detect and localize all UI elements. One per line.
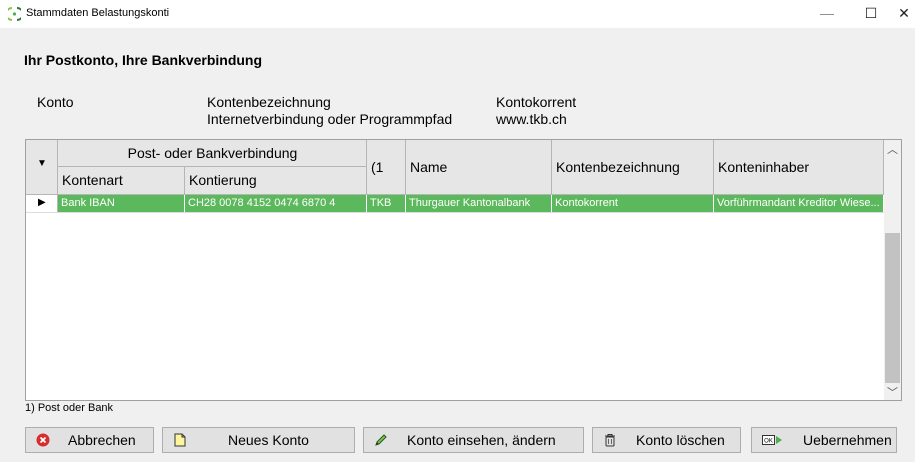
delete-account-button[interactable]: Konto löschen — [592, 427, 741, 453]
edit-account-button[interactable]: Konto einsehen, ändern — [363, 427, 584, 453]
row-selector[interactable]: ▶ — [26, 195, 58, 212]
cell-konteninhaber[interactable]: Vorführmandant Kreditor Wiese... — [714, 195, 884, 212]
kontenbezeichnung-label: Kontenbezeichnung — [207, 94, 331, 110]
internet-value: www.tkb.ch — [496, 111, 567, 127]
scrollbar-thumb[interactable] — [885, 233, 900, 383]
kontenbezeichnung-value: Kontokorrent — [496, 94, 577, 110]
app-logo-icon — [8, 7, 21, 21]
maximize-button[interactable]: ☐ — [849, 0, 893, 28]
minimize-button[interactable]: — — [805, 0, 849, 28]
svg-text:OK: OK — [764, 439, 773, 445]
page-title: Ihr Postkonto, Ihre Bankverbindung — [24, 52, 263, 68]
new-account-button[interactable]: Neues Konto — [162, 427, 355, 453]
cancel-icon — [36, 433, 50, 447]
title-bar: Stammdaten Belastungskonti — ☐ ✕ — [0, 0, 915, 28]
column-header-name[interactable]: Name — [406, 140, 552, 195]
scroll-down-icon[interactable]: ﹀ — [884, 384, 901, 400]
row-selector-header[interactable]: ▼ — [26, 140, 58, 195]
column-header-type[interactable]: (1 — [367, 140, 406, 195]
scroll-up-icon[interactable]: ︿ — [884, 141, 901, 157]
dialog-body: Ihr Postkonto, Ihre Bankverbindung Konto… — [0, 28, 915, 462]
table-row[interactable]: ▶ Bank IBAN CH28 0078 4152 0474 6870 4 T… — [26, 195, 884, 212]
accounts-grid[interactable]: ▼ Post- oder Bankverbindung Kontenart Ko… — [25, 139, 902, 401]
group-header: Post- oder Bankverbindung — [58, 140, 367, 167]
sort-down-icon: ▼ — [37, 158, 47, 169]
vertical-scrollbar[interactable]: ︿ ﹀ — [884, 140, 901, 400]
row-divider — [26, 212, 884, 213]
close-button[interactable]: ✕ — [893, 0, 915, 28]
column-header-kontierung[interactable]: Kontierung — [185, 167, 367, 195]
cell-kontenart[interactable]: Bank IBAN — [58, 195, 185, 212]
cancel-button[interactable]: Abbrechen — [25, 427, 154, 453]
column-header-konteninhaber[interactable]: Konteninhaber — [714, 140, 884, 195]
cell-name[interactable]: Thurgauer Kantonalbank — [406, 195, 552, 212]
internetverbindung-label: Internetverbindung oder Programmpfad — [207, 111, 453, 127]
footnote: 1) Post oder Bank — [25, 402, 114, 414]
cell-type[interactable]: TKB — [367, 195, 406, 212]
window-title: Stammdaten Belastungskonti — [26, 7, 170, 19]
pencil-icon — [375, 434, 387, 446]
cell-kontenbezeichnung[interactable]: Kontokorrent — [552, 195, 714, 212]
column-header-kontenbezeichnung[interactable]: Kontenbezeichnung — [552, 140, 714, 195]
ok-arrow-icon: OK — [762, 435, 782, 445]
document-icon — [174, 433, 186, 447]
current-row-icon: ▶ — [38, 197, 46, 208]
konto-label: Konto — [37, 94, 74, 110]
cell-kontierung[interactable]: CH28 0078 4152 0474 6870 4 — [185, 195, 367, 212]
column-header-kontenart[interactable]: Kontenart — [58, 167, 185, 195]
accept-button[interactable]: OK Uebernehmen — [751, 427, 897, 453]
trash-icon — [605, 434, 615, 447]
